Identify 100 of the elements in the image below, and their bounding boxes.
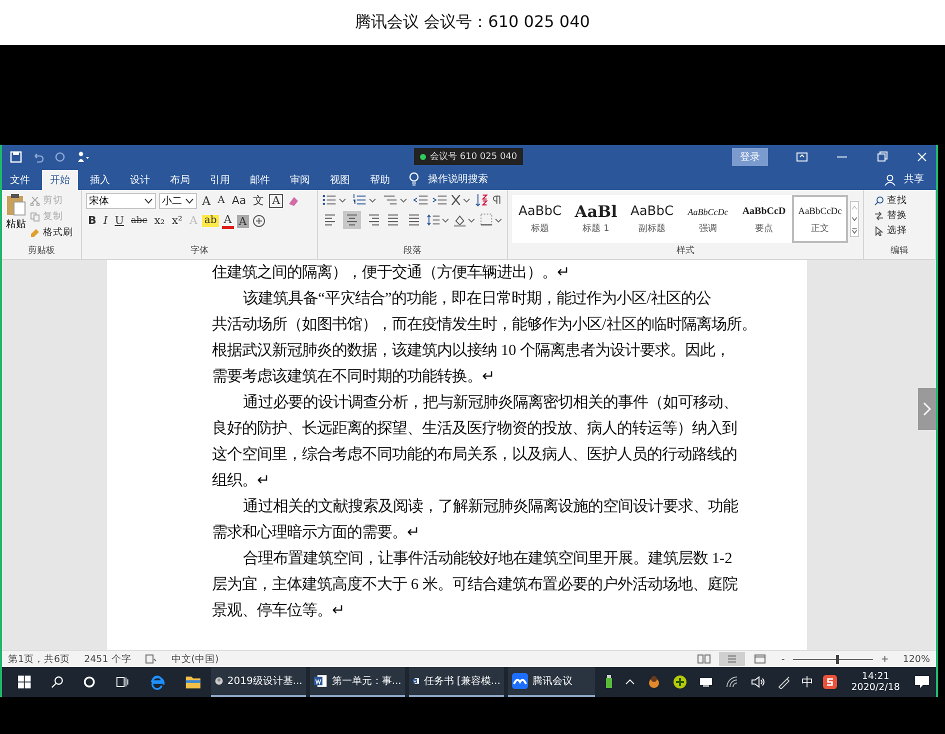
input-method-indicator[interactable]: 中 (801, 674, 814, 690)
ribbon-tab[interactable]: 布局 (162, 170, 198, 190)
align-button[interactable] (343, 211, 361, 229)
browser-icon[interactable] (148, 673, 166, 691)
document-text-line: 这个空间里，综合考虑不同功能的布局关系，以及病人、医护人员的行动路线的 (212, 445, 738, 465)
usb-drive-icon[interactable] (605, 675, 614, 689)
ribbon-tab[interactable]: 审阅 (282, 170, 318, 190)
input-method-icon[interactable] (823, 675, 838, 689)
style-option[interactable]: AaBbCcDc 正文 (792, 194, 848, 242)
share-button[interactable]: 共享 (900, 172, 924, 190)
replace-icon (874, 210, 884, 220)
ribbon-tab[interactable]: 引用 (202, 170, 238, 190)
copy-icon (30, 212, 40, 222)
person-icon (884, 174, 896, 186)
search-icon (874, 196, 884, 206)
touch-mode-icon[interactable] (76, 150, 90, 162)
clear-formatting-icon[interactable] (286, 194, 300, 208)
phonetic-guide-button[interactable]: 文 (251, 193, 266, 209)
next-page-button[interactable] (918, 388, 936, 430)
bold-button[interactable]: B (86, 213, 98, 229)
grow-font-button[interactable]: A (200, 193, 213, 209)
subscript-button[interactable]: x₂ (152, 213, 167, 229)
strikethrough-button[interactable]: abc (129, 213, 150, 229)
meeting-title: 腾讯会议 会议号：610 025 040 (355, 12, 590, 33)
group-label: 样式 (676, 244, 696, 258)
restore-icon[interactable] (876, 150, 888, 162)
clock[interactable]: 14:21 2020/2/18 (851, 671, 900, 693)
character-border-button[interactable]: A (269, 194, 284, 208)
wifi-icon[interactable] (725, 675, 740, 689)
shading-icon[interactable] (453, 213, 477, 227)
zoom-slider-thumb[interactable] (836, 654, 839, 664)
ribbon-tab[interactable]: 帮助 (362, 170, 398, 190)
clock-time: 14:21 (862, 671, 890, 682)
sort-icon[interactable] (474, 193, 488, 207)
document-text-line: 需求和心理暗示方面的需要。↵ (212, 523, 421, 543)
highlight-button[interactable]: ab (202, 215, 219, 227)
find-button[interactable]: 查找 (874, 193, 931, 208)
notification-icon[interactable] (914, 675, 930, 689)
decrease-indent-icon[interactable] (412, 193, 429, 207)
search-icon[interactable] (50, 675, 64, 689)
chevron-up-icon[interactable] (625, 677, 636, 687)
font-size-dropdown[interactable]: 小二 (159, 193, 197, 209)
close-icon[interactable] (916, 150, 928, 162)
ribbon-tab[interactable]: 文件 (2, 170, 38, 190)
save-icon[interactable] (10, 150, 22, 162)
change-case-button[interactable]: Aa (230, 193, 248, 209)
font-color-button[interactable]: A (222, 214, 234, 228)
document-text-line: 景观、停车位等。↵ (212, 601, 346, 621)
taskbar-app[interactable]: 第一单元：事... (310, 667, 406, 697)
task-view-icon[interactable] (116, 675, 129, 689)
increase-indent-icon[interactable] (432, 193, 448, 207)
pen-icon[interactable] (777, 675, 792, 689)
line-spacing-icon[interactable] (427, 213, 450, 227)
format-painter-button[interactable]: 格式刷 (30, 225, 73, 240)
enclose-character-icon[interactable] (252, 214, 266, 228)
paragraph-mark-icon[interactable] (491, 193, 503, 207)
superscript-button[interactable]: x² (170, 213, 184, 229)
folder-icon[interactable] (185, 674, 202, 690)
ribbon-tab[interactable]: 邮件 (242, 170, 278, 190)
language-indicator[interactable]: 中文(中国) (171, 652, 219, 666)
document-text-line: 良好的防护、长远距离的探望、生活及医疗物资的投放、病人的转运等）纳入到 (212, 419, 738, 439)
document-text-line: 需要考虑该建筑在不同时期的功能转换。↵ (212, 367, 496, 387)
underline-button[interactable]: U (112, 213, 126, 229)
paintbrush-icon (30, 228, 40, 238)
document-text-line: 根据武汉新冠肺炎的数据，该建筑内以接纳 10 个隔离患者为设计要求。因此， (212, 341, 732, 361)
plus-circle-icon[interactable] (673, 675, 688, 689)
zoom-out-button[interactable]: - (781, 654, 785, 664)
cursor-icon (874, 226, 884, 236)
taskbar-app[interactable]: 2019级设计基... (211, 667, 306, 697)
zoom-in-button[interactable]: + (880, 654, 889, 664)
ribbon-tab[interactable]: 插入 (82, 170, 118, 190)
italic-button[interactable]: I (101, 213, 110, 229)
zoom-level[interactable]: 120% (902, 654, 930, 664)
display-icon[interactable] (699, 677, 714, 687)
document-text-line: 组织。↵ (212, 471, 271, 491)
shrink-font-button[interactable]: A (216, 193, 227, 209)
chevron-right-icon (923, 402, 931, 416)
undo-icon[interactable] (32, 150, 44, 162)
ribbon-tab[interactable]: 设计 (122, 170, 158, 190)
speaker-icon[interactable] (751, 675, 766, 689)
taskbar-app[interactable]: 任务书 [兼容模... (409, 667, 504, 697)
borders-icon[interactable] (480, 213, 503, 227)
group-label: 剪贴板 (27, 244, 56, 258)
tell-me-search[interactable]: 操作说明搜索 (428, 172, 488, 190)
dropdown-caret-icon (185, 198, 194, 204)
paste-button[interactable]: 粘贴 (6, 193, 26, 244)
replace-button[interactable]: 替换 (874, 208, 931, 223)
ribbon-tab[interactable]: 视图 (322, 170, 358, 190)
print-layout-icon[interactable] (719, 652, 746, 666)
taskbar-app[interactable]: 腾讯会议 (508, 667, 596, 697)
proofing-icon (145, 654, 158, 664)
document-text-line: 层为宜，主体建筑高度不大于 6 米。可结合建筑布置必要的户外活动场地、庭院 (212, 574, 738, 595)
font-name-dropdown[interactable]: 宋体 (86, 193, 156, 209)
ribbon-tab[interactable]: 开始 (42, 170, 78, 190)
character-shading-button[interactable]: A (236, 214, 249, 228)
start-icon[interactable] (18, 675, 31, 689)
ribbon-display-icon[interactable] (796, 150, 808, 162)
cortana-icon[interactable] (83, 675, 96, 689)
dropdown-caret-icon (144, 198, 153, 204)
select-button[interactable]: 选择 (874, 223, 931, 238)
